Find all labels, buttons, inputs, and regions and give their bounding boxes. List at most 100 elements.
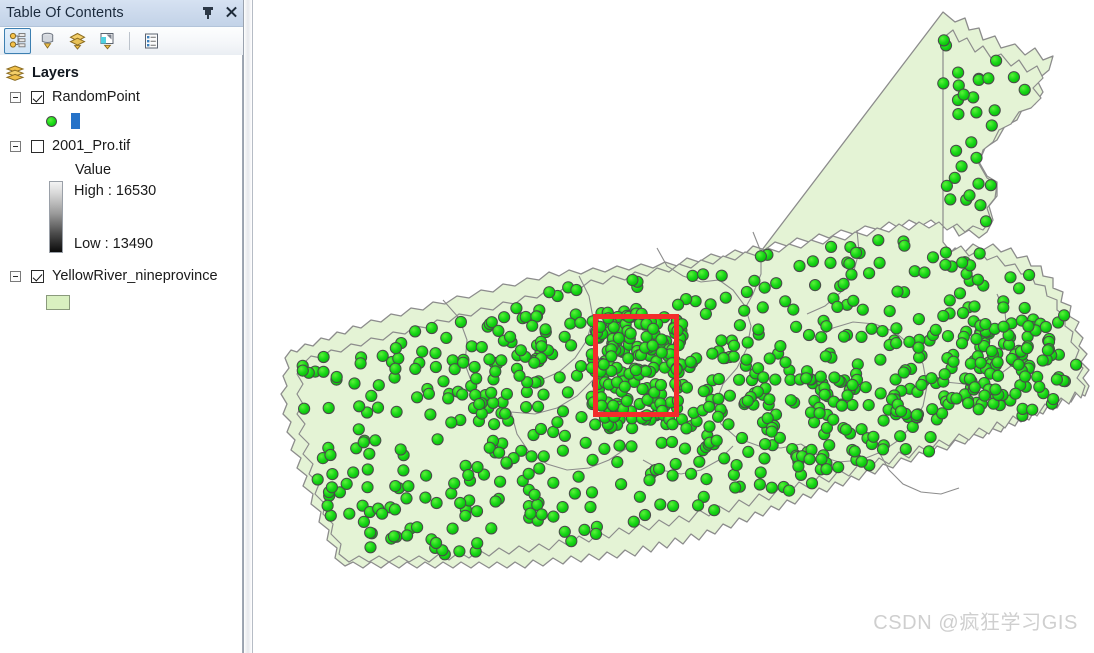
options-button[interactable] (138, 28, 165, 54)
random-point[interactable] (948, 171, 961, 184)
random-point[interactable] (848, 445, 861, 458)
random-point[interactable] (488, 418, 501, 431)
random-point[interactable] (533, 462, 546, 475)
random-point[interactable] (873, 256, 886, 269)
random-point[interactable] (1033, 380, 1046, 393)
random-point[interactable] (708, 504, 721, 517)
random-point[interactable] (915, 378, 928, 391)
random-point[interactable] (551, 416, 564, 429)
random-point[interactable] (837, 277, 850, 290)
random-point[interactable] (697, 385, 710, 398)
random-point[interactable] (700, 473, 713, 486)
random-point[interactable] (528, 488, 541, 501)
layer-visibility-checkbox[interactable] (31, 269, 44, 283)
random-point[interactable] (489, 365, 502, 378)
random-point[interactable] (553, 371, 566, 384)
random-point[interactable] (626, 273, 639, 287)
random-point[interactable] (409, 325, 422, 338)
random-point[interactable] (585, 486, 599, 499)
random-point[interactable] (850, 246, 863, 259)
random-point[interactable] (429, 360, 442, 374)
random-point[interactable] (841, 389, 854, 402)
random-point[interactable] (389, 480, 402, 493)
random-point[interactable] (756, 301, 769, 314)
random-point[interactable] (929, 323, 942, 336)
random-point[interactable] (971, 273, 985, 286)
random-point[interactable] (990, 54, 1003, 67)
random-point[interactable] (939, 246, 953, 259)
random-point[interactable] (941, 330, 955, 343)
random-point[interactable] (625, 412, 638, 425)
random-point[interactable] (757, 371, 770, 384)
toc-root-layers[interactable]: Layers (0, 61, 242, 85)
random-point[interactable] (937, 309, 950, 323)
random-point[interactable] (620, 394, 633, 408)
random-point[interactable] (330, 370, 343, 384)
random-point[interactable] (910, 408, 923, 421)
random-point[interactable] (715, 269, 728, 282)
random-point[interactable] (835, 399, 849, 412)
random-point[interactable] (943, 294, 956, 307)
random-point[interactable] (912, 341, 925, 354)
random-point[interactable] (363, 447, 376, 460)
random-point[interactable] (722, 418, 735, 431)
random-point[interactable] (376, 507, 389, 520)
random-point[interactable] (790, 320, 803, 333)
random-point[interactable] (389, 362, 402, 375)
random-point[interactable] (965, 136, 978, 149)
random-point[interactable] (608, 410, 621, 423)
random-point[interactable] (824, 256, 837, 269)
random-point[interactable] (686, 269, 699, 282)
random-point[interactable] (952, 108, 965, 121)
random-point[interactable] (589, 527, 603, 541)
random-point[interactable] (532, 400, 545, 413)
random-point[interactable] (558, 429, 571, 442)
random-point[interactable] (647, 322, 660, 335)
random-point[interactable] (703, 400, 716, 413)
random-point[interactable] (394, 443, 407, 456)
random-point[interactable] (1036, 354, 1049, 367)
random-point[interactable] (939, 258, 952, 271)
random-point[interactable] (376, 349, 389, 362)
random-point[interactable] (955, 337, 969, 350)
random-point[interactable] (372, 379, 385, 392)
random-point[interactable] (473, 398, 486, 411)
random-point[interactable] (856, 303, 869, 316)
random-point[interactable] (819, 350, 832, 363)
random-point[interactable] (818, 388, 831, 401)
random-point[interactable] (492, 324, 505, 337)
random-point[interactable] (985, 119, 998, 132)
random-point[interactable] (991, 369, 1005, 382)
random-point[interactable] (311, 473, 324, 486)
random-point[interactable] (325, 481, 339, 494)
random-point[interactable] (615, 478, 628, 491)
random-point[interactable] (369, 434, 382, 447)
random-point[interactable] (978, 389, 991, 402)
random-point[interactable] (440, 331, 453, 344)
random-point[interactable] (343, 507, 356, 520)
list-by-selection-button[interactable] (94, 28, 121, 54)
random-point[interactable] (774, 340, 787, 353)
random-point[interactable] (809, 279, 822, 292)
random-point[interactable] (770, 277, 783, 290)
random-point[interactable] (655, 346, 668, 359)
random-point[interactable] (625, 440, 638, 453)
random-point[interactable] (814, 370, 827, 383)
random-point[interactable] (471, 461, 484, 474)
random-point[interactable] (468, 360, 481, 374)
random-point[interactable] (699, 307, 712, 320)
random-point[interactable] (347, 466, 360, 479)
random-point[interactable] (1026, 403, 1039, 416)
random-point[interactable] (1012, 358, 1025, 371)
random-point[interactable] (471, 537, 484, 550)
random-point[interactable] (324, 509, 337, 522)
random-point[interactable] (568, 487, 581, 500)
random-point[interactable] (416, 345, 429, 358)
random-point[interactable] (364, 526, 377, 539)
random-point[interactable] (654, 498, 667, 511)
random-point[interactable] (718, 452, 731, 465)
random-point[interactable] (802, 328, 816, 342)
random-point[interactable] (703, 420, 716, 433)
random-point[interactable] (815, 453, 828, 466)
random-point[interactable] (684, 355, 697, 368)
